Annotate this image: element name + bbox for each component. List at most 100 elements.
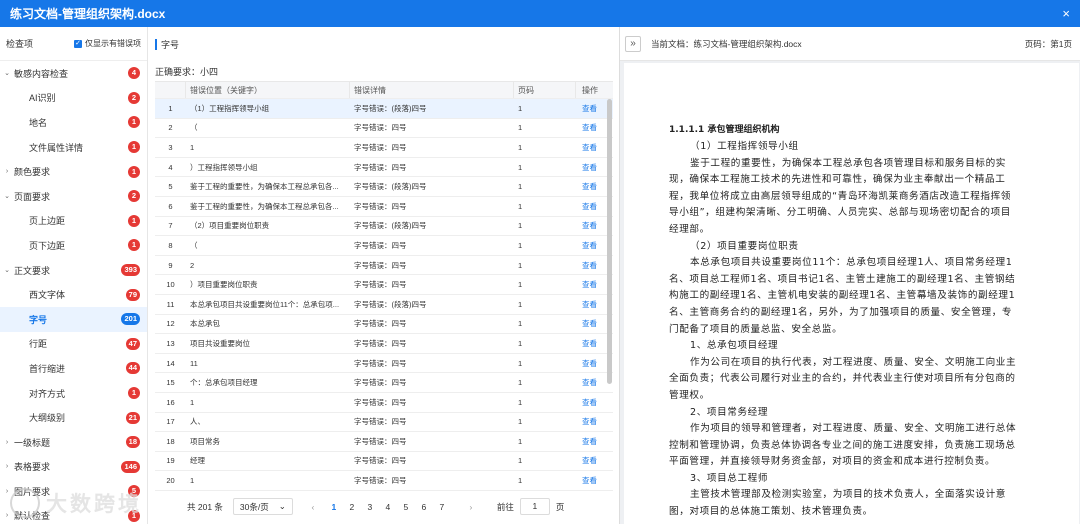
sidebar-item[interactable]: 西文字体 79 bbox=[0, 282, 147, 307]
view-link[interactable]: 查看 bbox=[576, 475, 613, 486]
table-row[interactable]: 17 人、 字号错误：四号 1 查看 bbox=[155, 413, 613, 433]
table-row[interactable]: 14 11 字号错误：四号 1 查看 bbox=[155, 354, 613, 374]
sidebar-item[interactable]: 地名 1 bbox=[0, 110, 147, 135]
only-errors-toggle[interactable]: ✓ 仅显示有错误项 bbox=[74, 38, 141, 49]
sidebar-item[interactable]: 页下边距 1 bbox=[0, 233, 147, 258]
count-badge: 44 bbox=[125, 362, 140, 375]
count-badge: 2 bbox=[128, 190, 140, 203]
row-page: 1 bbox=[518, 299, 523, 309]
chevron-right-icon[interactable]: › bbox=[3, 168, 11, 175]
page-number[interactable]: 4 bbox=[379, 502, 397, 512]
row-detail: 字号错误：四号 bbox=[354, 280, 407, 290]
checkbox-checked-icon[interactable]: ✓ bbox=[74, 39, 82, 48]
sidebar-item[interactable]: AI识别 2 bbox=[0, 86, 147, 111]
table-row[interactable]: 8 （字号错误：四号 1 查看 bbox=[155, 236, 613, 256]
chevron-down-icon[interactable]: ⌄ bbox=[3, 192, 11, 200]
sidebar-item-label: 地名 bbox=[29, 117, 48, 128]
row-page: 1 bbox=[518, 456, 523, 466]
view-link[interactable]: 查看 bbox=[576, 416, 613, 427]
sidebar-item[interactable]: ⌄ 正文要求 393 bbox=[0, 258, 147, 283]
view-link[interactable]: 查看 bbox=[576, 436, 613, 447]
title-bar: 练习文档-管理组织架构.docx × bbox=[0, 0, 1080, 27]
row-index: 13 bbox=[166, 338, 175, 348]
sidebar-item[interactable]: 页上边距 1 bbox=[0, 209, 147, 234]
watermark-logo-icon bbox=[10, 488, 40, 518]
table-row[interactable]: 16 1 字号错误：四号 1 查看 bbox=[155, 393, 613, 413]
page-number[interactable]: 2 bbox=[343, 502, 361, 512]
row-detail: 字号错误：四号 bbox=[354, 201, 407, 211]
count-badge: 1 bbox=[128, 387, 140, 400]
count-badge: 201 bbox=[121, 313, 140, 326]
sidebar-item[interactable]: › 表格要求 146 bbox=[0, 455, 147, 480]
sidebar: 检查项 ✓ 仅显示有错误项 ⌄ 敏感内容检查 4 AI识别 2 地名 1 文件属性详情 1 › 颜色… bbox=[0, 27, 148, 524]
table-row[interactable]: 11 本总承包项目共设重要岗位11个：总承包项... 字号错误：(段落)四号 1 查看 bbox=[155, 295, 613, 315]
table-scrollbar[interactable] bbox=[607, 99, 612, 384]
sidebar-item[interactable]: ⌄ 敏感内容检查 4 bbox=[0, 61, 147, 86]
table-row[interactable]: 6 鉴于工程的重要性，为确保本工程总承包各... 字号错误：四号 1 查看 bbox=[155, 197, 613, 217]
sidebar-item[interactable]: 字号 201 bbox=[0, 306, 147, 332]
view-link[interactable]: 查看 bbox=[576, 455, 613, 466]
row-page: 1 bbox=[518, 103, 523, 113]
page-number[interactable]: 7 bbox=[433, 502, 451, 512]
table-row[interactable]: 3 1 字号错误：四号 1 查看 bbox=[155, 138, 613, 158]
count-badge: 1 bbox=[128, 214, 140, 227]
table-row[interactable]: 4 ）工程指挥领导小组 字号错误：四号 1 查看 bbox=[155, 158, 613, 178]
expand-icon[interactable]: » bbox=[625, 35, 641, 52]
table-row[interactable]: 9 2 字号错误：四号 1 查看 bbox=[155, 256, 613, 276]
row-index: 3 bbox=[168, 142, 173, 152]
row-page: 1 bbox=[518, 201, 523, 211]
document-paragraph: （2）项目重要岗位职责 bbox=[690, 240, 799, 252]
chevron-right-icon[interactable]: › bbox=[3, 439, 11, 446]
table-row[interactable]: 5 鉴于工程的重要性，为确保本工程总承包各... 字号错误：(段落)四号 1 查看 bbox=[155, 177, 613, 197]
count-badge: 146 bbox=[121, 460, 140, 473]
page-number[interactable]: 1 bbox=[325, 502, 343, 512]
page-size-select[interactable]: 30条/页 ⌄ bbox=[232, 498, 293, 515]
sidebar-item-label: 对齐方式 bbox=[29, 388, 66, 399]
goto-input[interactable]: 1 bbox=[519, 498, 550, 515]
row-detail: 字号错误：四号 bbox=[354, 162, 407, 172]
row-page: 1 bbox=[518, 417, 523, 427]
row-detail: 字号错误：四号 bbox=[354, 476, 407, 486]
table-row[interactable]: 20 1 字号错误：四号 1 查看 bbox=[155, 471, 613, 491]
document-page: 1.1.1.1 承包管理组织机构 （1）工程指挥领导小组 鉴于工程的重要性，为确保… bbox=[624, 63, 1079, 524]
close-icon[interactable]: × bbox=[1062, 6, 1070, 21]
view-link[interactable]: 查看 bbox=[576, 397, 613, 408]
row-index: 20 bbox=[166, 476, 175, 486]
table-row[interactable]: 10 ）项目重要岗位职责 字号错误：四号 1 查看 bbox=[155, 275, 613, 295]
section-title: 字号 bbox=[161, 39, 180, 50]
page-number[interactable]: 6 bbox=[415, 502, 433, 512]
sidebar-item[interactable]: 首行缩进 44 bbox=[0, 356, 147, 381]
document-paragraph: 2、项目常务经理 bbox=[690, 406, 769, 418]
count-badge: 4 bbox=[128, 67, 140, 80]
watermark-text: 大数跨境 bbox=[46, 493, 142, 516]
row-position: 项目常务 bbox=[190, 436, 220, 446]
sidebar-item[interactable]: › 一级标题 18 bbox=[0, 430, 147, 455]
sidebar-item[interactable]: › 颜色要求 1 bbox=[0, 159, 147, 184]
prev-page-icon[interactable]: ‹ bbox=[307, 502, 319, 512]
chevron-down-icon[interactable]: ⌄ bbox=[3, 69, 11, 77]
table-row[interactable]: 15 个：总承包项目经理 字号错误：四号 1 查看 bbox=[155, 373, 613, 393]
preview-header: » 当前文档：练习文档-管理组织架构.docx 页码：第1页 bbox=[620, 27, 1080, 61]
document-paragraph: （1）工程指挥领导小组 bbox=[690, 141, 799, 152]
page-number[interactable]: 3 bbox=[361, 502, 379, 512]
sidebar-item[interactable]: 行距 47 bbox=[0, 332, 147, 357]
page-number[interactable]: 5 bbox=[397, 502, 415, 512]
table-row[interactable]: 13 项目共设重要岗位 字号错误：四号 1 查看 bbox=[155, 334, 613, 354]
table-row[interactable]: 2 （字号错误：四号 1 查看 bbox=[155, 119, 613, 139]
table-row[interactable]: 7 （2）项目重要岗位职责 字号错误：(段落)四号 1 查看 bbox=[155, 217, 613, 237]
chevron-down-icon[interactable]: ⌄ bbox=[3, 266, 11, 274]
col-page: 页码 bbox=[514, 82, 576, 98]
table-row[interactable]: 1 （1）工程指挥领导小组 字号错误：(段落)四号 1 查看 bbox=[155, 99, 613, 119]
sidebar-item[interactable]: ⌄ 页面要求 2 bbox=[0, 184, 147, 209]
sidebar-title: 检查项 bbox=[6, 39, 34, 49]
table-row[interactable]: 19 经理 字号错误：四号 1 查看 bbox=[155, 452, 613, 472]
sidebar-item[interactable]: 大纲级别 21 bbox=[0, 405, 147, 430]
next-page-icon[interactable]: › bbox=[465, 502, 477, 512]
chevron-right-icon[interactable]: › bbox=[3, 463, 11, 470]
table-row[interactable]: 12 本总承包 字号错误：四号 1 查看 bbox=[155, 315, 613, 335]
table-row[interactable]: 18 项目常务 字号错误：四号 1 查看 bbox=[155, 432, 613, 452]
sidebar-item[interactable]: 对齐方式 1 bbox=[0, 381, 147, 406]
sidebar-header: 检查项 ✓ 仅显示有错误项 bbox=[0, 27, 147, 61]
section-marker bbox=[155, 38, 157, 50]
sidebar-item[interactable]: 文件属性详情 1 bbox=[0, 135, 147, 160]
